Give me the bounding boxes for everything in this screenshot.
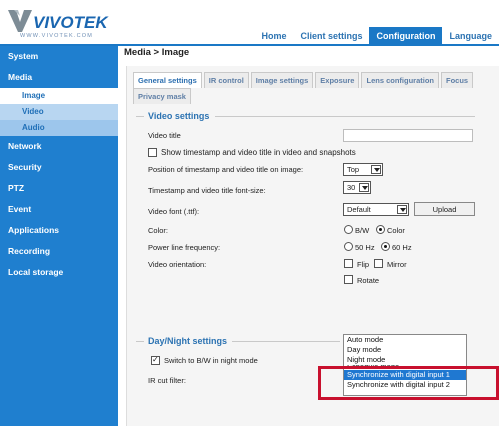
tab-focus[interactable]: Focus: [440, 72, 474, 88]
flip-label: Flip: [357, 260, 370, 269]
chevron-down-icon: [371, 165, 381, 174]
video-font-label: Video font (.ttf):: [148, 207, 200, 216]
power-60hz-label: 60 Hz: [392, 243, 412, 252]
color-bw-label: B/W: [355, 226, 370, 235]
sidebar-item-recording[interactable]: Recording: [0, 241, 118, 262]
color-bw-radio[interactable]: [344, 225, 353, 234]
upload-button[interactable]: Upload: [414, 202, 475, 216]
position-label: Position of timestamp and video title on…: [148, 165, 304, 174]
sidebar-item-security[interactable]: Security: [0, 157, 118, 178]
nav-configuration[interactable]: Configuration: [369, 27, 443, 44]
sidebar: System Media Image Video Audio Network S…: [0, 46, 118, 426]
nav-language[interactable]: Language: [442, 27, 499, 44]
rotate-label: Rotate: [357, 276, 380, 285]
sidebar-item-event[interactable]: Event: [0, 199, 118, 220]
show-timestamp-label: Show timestamp and video title in video …: [161, 148, 356, 157]
top-nav: Home Client settings Configuration Langu…: [254, 27, 499, 44]
mirror-label: Mirror: [387, 260, 407, 269]
position-select[interactable]: Top: [343, 163, 383, 176]
brand-name: VIVOTEK: [33, 13, 109, 32]
dropdown-option-night[interactable]: Night mode: [344, 355, 466, 365]
sidebar-item-network[interactable]: Network: [0, 136, 118, 157]
sidebar-item-ptz[interactable]: PTZ: [0, 178, 118, 199]
section-divider: [232, 341, 340, 342]
color-color-label: Color: [387, 226, 405, 235]
day-night-title: Day/Night settings: [148, 336, 228, 346]
color-color-radio[interactable]: [376, 225, 385, 234]
power-50hz-radio[interactable]: [344, 242, 353, 251]
sidebar-item-applications[interactable]: Applications: [0, 220, 118, 241]
video-title-label: Video title: [148, 131, 181, 140]
sidebar-item-image[interactable]: Image: [0, 88, 118, 104]
sidebar-item-local-storage[interactable]: Local storage: [0, 262, 118, 283]
dropdown-option-auto[interactable]: Auto mode: [344, 335, 466, 345]
video-title-input[interactable]: [343, 129, 473, 142]
switch-bw-label: Switch to B/W in night mode: [164, 356, 258, 365]
section-divider: [215, 116, 475, 117]
show-timestamp-checkbox[interactable]: [148, 148, 157, 157]
tab-privacy-mask[interactable]: Privacy mask: [133, 88, 191, 104]
power-60hz-radio[interactable]: [381, 242, 390, 251]
font-size-select[interactable]: 30: [343, 181, 371, 194]
vivotek-logo[interactable]: VIVOTEK WWW.VIVOTEK.COM: [6, 6, 116, 40]
ir-cut-filter-label: IR cut filter:: [148, 376, 186, 385]
header: VIVOTEK WWW.VIVOTEK.COM Home Client sett…: [0, 0, 499, 44]
dropdown-option-day[interactable]: Day mode: [344, 345, 466, 355]
tab-bar: General settings IR control Image settin…: [133, 72, 495, 104]
sidebar-item-system[interactable]: System: [0, 46, 118, 67]
highlight-annotation-box: [318, 366, 499, 400]
position-select-value: Top: [347, 165, 360, 174]
video-font-select[interactable]: Default: [343, 203, 409, 216]
sidebar-item-audio[interactable]: Audio: [0, 120, 118, 136]
color-label: Color:: [148, 226, 169, 235]
chevron-down-icon: [359, 183, 369, 192]
section-divider: [136, 341, 144, 342]
tab-image-settings[interactable]: Image settings: [250, 72, 314, 88]
flip-checkbox[interactable]: [344, 259, 353, 268]
switch-bw-checkbox[interactable]: [151, 355, 160, 365]
tab-general-settings[interactable]: General settings: [133, 72, 202, 88]
video-font-select-value: Default: [347, 205, 371, 214]
sidebar-item-video[interactable]: Video: [0, 104, 118, 120]
power-50hz-label: 50 Hz: [355, 243, 375, 252]
font-size-label: Timestamp and video title font-size:: [148, 186, 266, 195]
tab-lens-configuration[interactable]: Lens configuration: [361, 72, 439, 88]
brand-url: WWW.VIVOTEK.COM: [20, 33, 93, 39]
rotate-checkbox[interactable]: [344, 275, 353, 284]
mirror-checkbox[interactable]: [374, 259, 383, 268]
tab-ir-control[interactable]: IR control: [203, 72, 249, 88]
sidebar-item-media[interactable]: Media: [0, 67, 118, 88]
chevron-down-icon: [397, 205, 407, 214]
video-settings-title: Video settings: [148, 111, 210, 121]
breadcrumb: Media > Image: [118, 46, 499, 60]
nav-client-settings[interactable]: Client settings: [293, 27, 369, 44]
font-size-select-value: 30: [347, 183, 356, 192]
nav-home[interactable]: Home: [254, 27, 293, 44]
power-frequency-label: Power line frequency:: [148, 243, 221, 252]
section-divider: [136, 116, 144, 117]
orientation-label: Video orientation:: [148, 260, 207, 269]
tab-exposure[interactable]: Exposure: [315, 72, 360, 88]
